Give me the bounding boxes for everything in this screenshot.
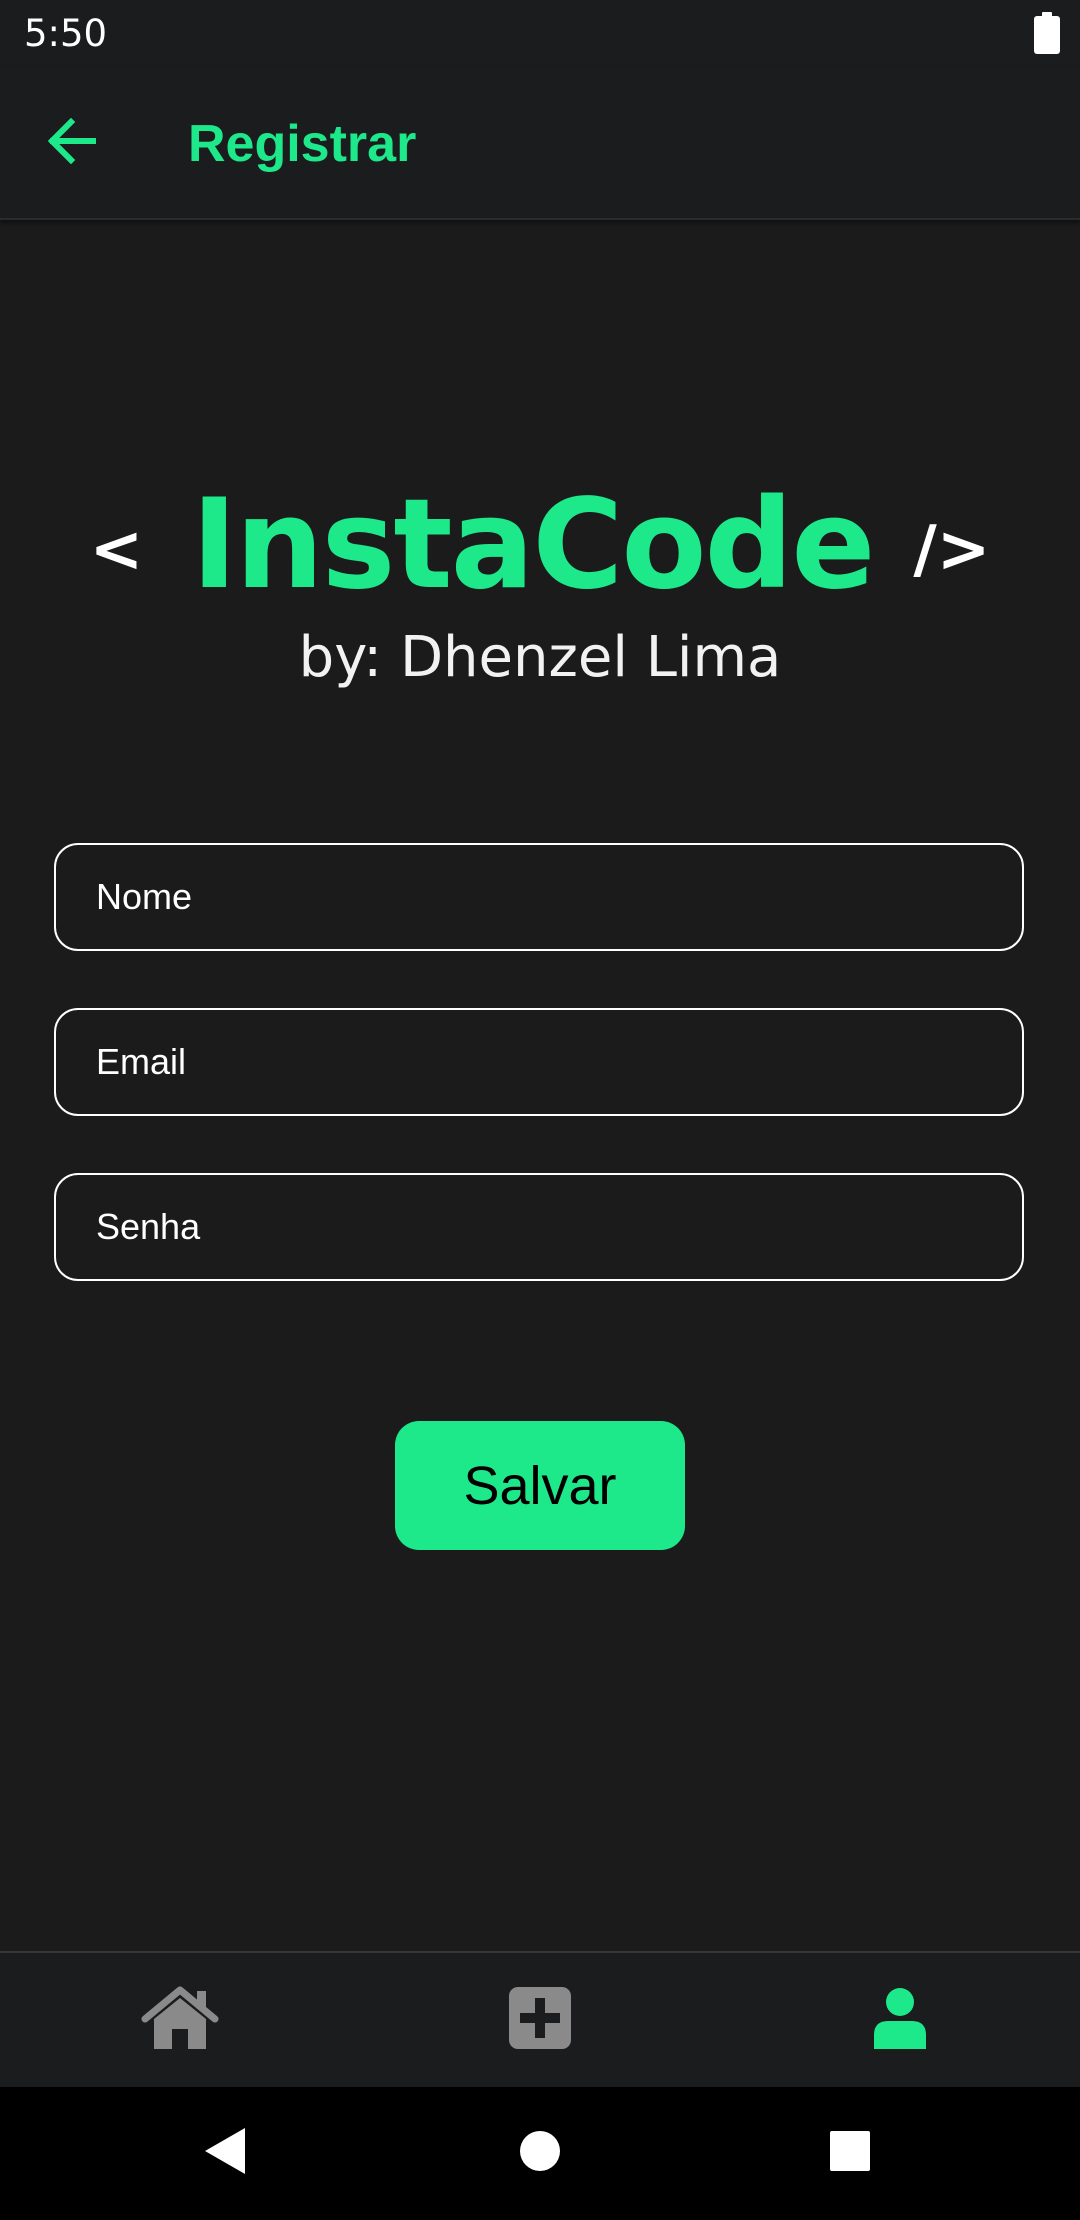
back-button[interactable] (26, 108, 116, 178)
system-recents-button[interactable] (805, 2087, 895, 2220)
logo-bracket-open: < (89, 513, 144, 587)
email-field[interactable] (54, 1008, 1024, 1116)
logo-row: < InstaCode /> (0, 470, 1080, 620)
name-input[interactable] (96, 845, 976, 949)
save-button[interactable]: Salvar (395, 1421, 685, 1550)
password-input[interactable] (96, 1175, 976, 1279)
app-bar: Registrar (0, 66, 1080, 220)
email-input[interactable] (96, 1010, 976, 1114)
logo-byline: by: Dhenzel Lima (298, 625, 782, 690)
logo-bracket-close: /> (913, 513, 991, 587)
nav-item-profile[interactable] (720, 1953, 1080, 2087)
logo-name: InstaCode (191, 473, 875, 617)
nav-item-add[interactable] (360, 1953, 720, 2087)
system-nav-bar (0, 2087, 1080, 2220)
arrow-left-icon (45, 115, 97, 172)
instacode-logo: < InstaCode /> by: Dhenzel Lima (0, 470, 1080, 710)
nav-item-home[interactable] (0, 1953, 360, 2087)
plus-square-icon (509, 1986, 571, 2054)
system-back-button[interactable] (180, 2087, 270, 2220)
name-field[interactable] (54, 843, 1024, 951)
password-field[interactable] (54, 1173, 1024, 1281)
system-home-button[interactable] (495, 2087, 585, 2220)
circle-home-icon (519, 2130, 561, 2177)
status-time: 5:50 (24, 12, 108, 55)
battery-full-icon (1034, 12, 1060, 54)
status-bar: 5:50 (0, 0, 1080, 66)
bottom-nav (0, 1951, 1080, 2087)
user-icon (874, 1987, 926, 2054)
home-icon (141, 1985, 219, 2056)
square-recents-icon (829, 2130, 871, 2177)
page-title: Registrar (188, 115, 417, 173)
triangle-back-icon (203, 2126, 247, 2181)
